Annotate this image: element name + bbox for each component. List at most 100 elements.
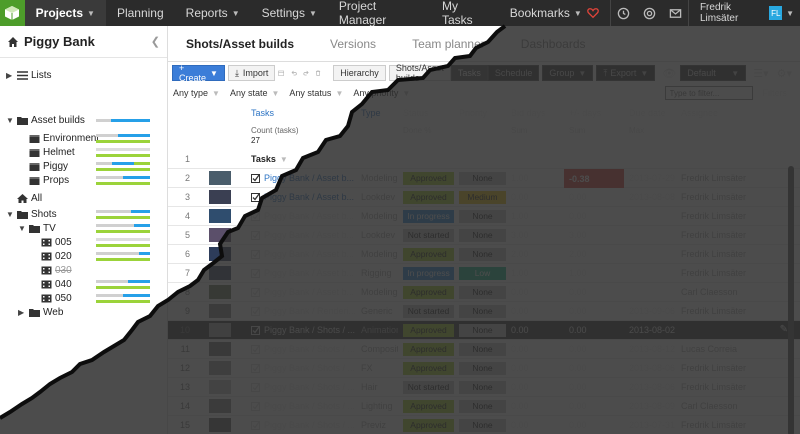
table-row[interactable]: 6 Piggy Bank / Asset b... Modeling Approved… xyxy=(168,245,800,264)
thumbnail-image[interactable] xyxy=(209,361,231,375)
tree-item-lists[interactable]: ▶ Lists xyxy=(0,69,167,82)
column-header--days[interactable]: +/- days xyxy=(564,104,624,122)
tab-versions[interactable]: Versions xyxy=(312,26,394,62)
thumbnail-image[interactable] xyxy=(209,342,231,356)
undo-icon[interactable] xyxy=(291,67,297,79)
filter-text-input[interactable] xyxy=(664,86,753,100)
table-row[interactable]: 4 Piggy Bank / Asset b... Modeling In progr… xyxy=(168,207,800,226)
column-header-due-date[interactable]: Due date xyxy=(624,104,676,122)
column-header-priority[interactable]: Priority xyxy=(454,104,506,122)
task-name-cell[interactable]: Piggy Bank / Asset b... xyxy=(246,169,356,187)
expand-down-icon[interactable]: ▼ xyxy=(6,116,14,125)
default-view-select[interactable]: Default ▼ xyxy=(680,65,747,81)
nav-reports[interactable]: Reports ▼ xyxy=(175,0,251,26)
thumbnail-image[interactable] xyxy=(209,304,231,318)
create-button[interactable]: + Create ▼ xyxy=(172,63,225,83)
gear-icon[interactable]: ⚙▾ xyxy=(777,67,792,80)
priority-badge[interactable]: Medium xyxy=(459,190,506,204)
task-name-cell[interactable]: Piggy Bank / Asset b... xyxy=(246,264,356,282)
status-badge[interactable]: Approved xyxy=(403,285,454,299)
nav-bookmarks[interactable]: Bookmarks ▼ xyxy=(499,0,610,26)
thumbnail-image[interactable] xyxy=(209,399,231,413)
nav-my-tasks[interactable]: My Tasks xyxy=(431,0,499,27)
tree-item-shots[interactable]: ▼ Shots xyxy=(0,208,167,221)
thumbnail-image[interactable] xyxy=(209,247,231,261)
nav-settings[interactable]: Settings ▼ xyxy=(251,0,328,26)
table-row[interactable]: 3 Piggy Bank / Asset b... Lookdev Approved M… xyxy=(168,188,800,207)
group-row[interactable]: 1 Tasks ▼ xyxy=(168,150,800,169)
priority-badge[interactable]: None xyxy=(459,361,506,375)
priority-badge[interactable]: None xyxy=(459,209,506,223)
status-badge[interactable]: Approved xyxy=(403,323,454,337)
table-row[interactable]: 11 Piggy Bank / Shots / ... Composit... App… xyxy=(168,340,800,359)
priority-badge[interactable]: None xyxy=(459,228,506,242)
table-row[interactable]: 14 Piggy Bank / Shots / ... Lighting Approv… xyxy=(168,397,800,416)
import-button[interactable]: ⤓ Import xyxy=(227,65,276,81)
thumbnail-image[interactable] xyxy=(209,266,231,280)
nav-project-manager[interactable]: Project Manager xyxy=(328,0,431,27)
task-name-cell[interactable]: Piggy Bank / Shots / ... xyxy=(246,397,356,415)
task-name-cell[interactable]: Piggy Bank / Shots / ... xyxy=(246,378,356,396)
tree-item-helmet[interactable]: Helmet xyxy=(0,146,167,159)
column-header-bid-days[interactable]: Bid days xyxy=(506,104,564,122)
thumbnail-image[interactable] xyxy=(209,323,231,337)
task-name-cell[interactable]: Piggy Bank / Shots / ... xyxy=(246,321,356,339)
trash-icon[interactable] xyxy=(315,67,321,79)
task-name-cell[interactable]: Piggy Bank / Shots / ... xyxy=(246,359,356,377)
task-name-cell[interactable]: Piggy Bank / Asset b... xyxy=(246,226,356,244)
column-header-type[interactable]: Type xyxy=(356,104,398,122)
task-name-cell[interactable]: Piggy Bank / Asset b... xyxy=(246,283,356,301)
tab-team-planner[interactable]: Team planner xyxy=(394,26,503,62)
status-badge[interactable]: Approved xyxy=(403,190,454,204)
calendar-icon[interactable] xyxy=(278,67,285,79)
priority-badge[interactable]: None xyxy=(459,247,506,261)
status-badge[interactable]: Approved xyxy=(403,361,454,375)
columns-icon[interactable]: ☰▾ xyxy=(753,67,768,80)
group-button[interactable]: Group ▼ xyxy=(542,65,594,81)
task-name-cell[interactable]: Piggy Bank / Asset b... xyxy=(246,188,356,206)
tree-item-005[interactable]: 005 xyxy=(0,236,167,249)
column-header-status[interactable]: Status xyxy=(398,104,454,122)
thumbnail-image[interactable] xyxy=(209,380,231,394)
tree-item-web[interactable]: ▶ Web xyxy=(0,306,167,319)
user-menu[interactable]: Fredrik Limsäter FL ▼ xyxy=(689,0,800,26)
status-badge[interactable]: Approved xyxy=(403,247,454,261)
filter-state[interactable]: Any state ▼ xyxy=(230,88,279,98)
filter-type[interactable]: Any type ▼ xyxy=(173,88,220,98)
help-lifebuoy-icon[interactable] xyxy=(636,0,662,26)
view-hierarchy-button[interactable]: Hierarchy xyxy=(333,65,386,81)
tab-shots-asset-builds[interactable]: Shots/Asset builds xyxy=(168,26,312,62)
task-name-cell[interactable]: Piggy Bank / Asset b... xyxy=(246,207,356,225)
nav-planning[interactable]: Planning xyxy=(106,0,175,26)
column-header-tasks[interactable]: Tasks xyxy=(246,104,356,122)
expand-down-icon[interactable]: ▼ xyxy=(6,210,14,219)
task-name-cell[interactable]: Piggy Bank / Shots / ... xyxy=(246,416,356,434)
task-name-cell[interactable]: Piggy Bank / Renderi... xyxy=(246,302,356,320)
tree-item-all[interactable]: All xyxy=(0,192,167,205)
view-tasks-button[interactable]: Tasks xyxy=(450,65,488,81)
tree-item-tv[interactable]: ▼ TV xyxy=(0,222,167,235)
priority-badge[interactable]: None xyxy=(459,171,506,185)
tree-item-030[interactable]: 030 xyxy=(0,264,167,277)
task-name-cell[interactable]: Piggy Bank / Shots / ... xyxy=(246,340,356,358)
priority-badge[interactable]: Low xyxy=(459,266,506,280)
export-button[interactable]: ⤒ Export ▼ xyxy=(596,65,656,81)
view-schedule-button[interactable]: Schedule xyxy=(487,65,540,81)
priority-badge[interactable]: None xyxy=(459,285,506,299)
clock-icon[interactable] xyxy=(611,0,637,26)
priority-badge[interactable]: None xyxy=(459,380,506,394)
tree-item-020[interactable]: 020 xyxy=(0,250,167,263)
inbox-icon[interactable] xyxy=(662,0,688,26)
thumbnail-image[interactable] xyxy=(209,171,231,185)
tree-item-040[interactable]: 040 xyxy=(0,278,167,291)
status-badge[interactable]: Approved xyxy=(403,418,454,432)
edit-pencil-icon[interactable]: ✎ xyxy=(780,324,788,335)
eye-icon[interactable]: 👁 xyxy=(662,67,676,80)
table-row[interactable]: 5 Piggy Bank / Asset b... Lookdev Not start… xyxy=(168,226,800,245)
collapse-panel-icon[interactable]: ❮ xyxy=(151,35,160,48)
expand-right-icon[interactable]: ▶ xyxy=(6,71,14,80)
filters-toggle[interactable]: Filters xyxy=(763,88,788,98)
table-row[interactable]: 9 Piggy Bank / Renderi... Generic Not start… xyxy=(168,302,800,321)
status-badge[interactable]: Not started xyxy=(403,228,454,242)
tree-item-environment[interactable]: Environment xyxy=(0,132,167,145)
